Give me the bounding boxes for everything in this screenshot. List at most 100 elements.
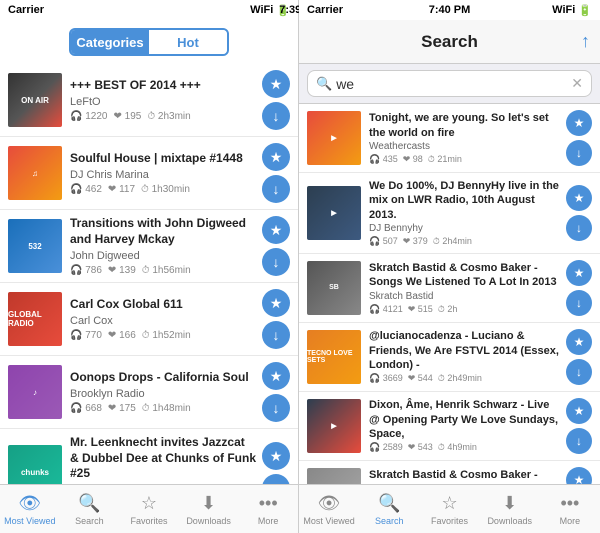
result-info: Skratch Bastid & Cosmo Baker - Songs We … [369,261,562,315]
track-artist: DJ Chris Marina [70,169,256,181]
result-item[interactable]: ▶ Dixon, Âme, Henrik Schwarz - Live @ Op… [299,392,600,461]
track-item[interactable]: chunks Mr. Leenknecht invites Jazzcat & … [0,429,298,484]
result-download-button[interactable]: ↓ [566,140,592,166]
track-thumb: ON AIR [8,73,62,127]
right-nav-icon-downloads: ⬇ [502,493,517,514]
track-item[interactable]: ♪ Oonops Drops - California Soul Brookly… [0,356,298,429]
right-nav-item-search[interactable]: 🔍 Search [359,493,419,526]
result-thumb-image: ▶ [307,111,361,165]
track-duration: ⏱ 2h3min [147,111,190,122]
download-button[interactable]: ↓ [262,175,290,203]
track-item[interactable]: 532 Transitions with John Digweed and Ha… [0,210,298,283]
result-item[interactable]: SB Skratch Bastid & Cosmo Baker - Songs … [299,254,600,323]
track-thumb: GLOBAL RADIO [8,292,62,346]
search-input[interactable]: we [336,76,571,92]
result-star-button[interactable]: ★ [566,329,592,355]
track-title: Soulful House | mixtape #1448 [70,151,256,167]
right-share-button[interactable]: ↑ [581,31,590,52]
result-download-button[interactable]: ↓ [566,359,592,385]
star-button[interactable]: ★ [262,216,290,244]
result-item[interactable]: ▶ We Do 100%, DJ BennyHy live in the mix… [299,173,600,254]
track-artist: Carl Cox [70,315,256,327]
star-button[interactable]: ★ [262,442,290,470]
download-button[interactable]: ↓ [262,248,290,276]
search-bar: 🔍 we ✕ [299,64,600,104]
result-star-button[interactable]: ★ [566,467,592,484]
track-info: Mr. Leenknecht invites Jazzcat & Dubbel … [70,435,256,484]
nav-icon-search: 🔍 [78,493,100,514]
track-thumb-image: ♪ [8,365,62,419]
hot-tab[interactable]: Hot [149,30,227,54]
track-title: Oonops Drops - California Soul [70,370,256,386]
result-download-button[interactable]: ↓ [566,290,592,316]
result-duration: ⏱ 2h49min [438,373,482,384]
result-title: Skratch Bastid & Cosmo Baker - Songs We … [369,468,562,484]
nav-label-downloads: Downloads [186,516,231,526]
nav-icon-more: ••• [259,493,278,514]
result-thumb-image: SB [307,261,361,315]
track-item[interactable]: ON AIR +++ BEST OF 2014 +++ LeFtO 🎧 1220… [0,64,298,137]
result-likes: ❤ 515 [408,304,433,315]
track-plays: 🎧 462 [70,184,102,195]
nav-label-most-viewed: Most Viewed [4,516,55,526]
result-item[interactable]: ▶ Tonight, we are young. So let's set th… [299,104,600,173]
right-nav-item-more[interactable]: ••• More [540,493,600,526]
track-likes: ❤ 195 [113,111,141,122]
search-input-wrap[interactable]: 🔍 we ✕ [307,70,592,97]
track-info: Soulful House | mixtape #1448 DJ Chris M… [70,151,256,195]
right-nav-item-favorites[interactable]: ☆ Favorites [419,493,479,526]
track-title: Carl Cox Global 611 [70,297,256,313]
result-star-button[interactable]: ★ [566,110,592,136]
nav-item-downloads[interactable]: ⬇ Downloads [179,493,239,526]
search-icon: 🔍 [316,76,332,92]
download-button[interactable]: ↓ [262,321,290,349]
left-bottom-nav: 👁 Most Viewed 🔍 Search ☆ Favorites ⬇ Dow… [0,484,298,533]
track-artist: LeFtO [70,96,256,108]
result-info: Skratch Bastid & Cosmo Baker - Songs We … [369,468,562,484]
track-actions: ★ ↓ [262,143,290,203]
star-button[interactable]: ★ [262,70,290,98]
star-button[interactable]: ★ [262,362,290,390]
track-item[interactable]: ♫ Soulful House | mixtape #1448 DJ Chris… [0,137,298,210]
nav-item-most-viewed[interactable]: 👁 Most Viewed [0,493,60,526]
track-artist: Brooklyn Radio [70,388,256,400]
track-actions: ★ ↓ [262,442,290,484]
result-info: Dixon, Âme, Henrik Schwarz - Live @ Open… [369,398,562,453]
result-title: Tonight, we are young. So let's set the … [369,111,562,140]
download-button[interactable]: ↓ [262,102,290,130]
result-actions: ★ ↓ [566,467,592,484]
star-button[interactable]: ★ [262,289,290,317]
right-time: 7:40 PM [429,4,471,16]
track-likes: ❤ 139 [108,265,136,276]
result-duration: ⏱ 21min [428,154,462,165]
track-plays: 🎧 770 [70,330,102,341]
download-button[interactable]: ↓ [262,474,290,484]
result-star-button[interactable]: ★ [566,398,592,424]
track-thumb-image: ON AIR [8,73,62,127]
nav-item-more[interactable]: ••• More [238,493,298,526]
right-nav-item-downloads[interactable]: ⬇ Downloads [480,493,540,526]
right-nav-item-most-viewed[interactable]: 👁 Most Viewed [299,493,359,526]
result-download-button[interactable]: ↓ [566,215,592,241]
track-plays: 🎧 668 [70,403,102,414]
result-actions: ★ ↓ [566,110,592,166]
track-item[interactable]: GLOBAL RADIO Carl Cox Global 611 Carl Co… [0,283,298,356]
download-button[interactable]: ↓ [262,394,290,422]
track-actions: ★ ↓ [262,216,290,276]
track-artist: John Digweed [70,250,256,262]
search-clear-button[interactable]: ✕ [571,75,583,92]
result-download-button[interactable]: ↓ [566,428,592,454]
result-item[interactable]: TECNO LOVE SETS @lucianocadenza - Lucian… [299,323,600,392]
track-likes: ❤ 175 [108,403,136,414]
result-star-button[interactable]: ★ [566,260,592,286]
star-button[interactable]: ★ [262,143,290,171]
result-item[interactable]: SB Skratch Bastid & Cosmo Baker - Songs … [299,461,600,484]
segment-control[interactable]: Categories Hot [69,28,229,56]
track-thumb-image: GLOBAL RADIO [8,292,62,346]
track-info: Carl Cox Global 611 Carl Cox 🎧 770 ❤ 166… [70,297,256,341]
track-title: Mr. Leenknecht invites Jazzcat & Dubbel … [70,435,256,482]
nav-item-search[interactable]: 🔍 Search [60,493,120,526]
categories-tab[interactable]: Categories [71,30,149,54]
result-star-button[interactable]: ★ [566,185,592,211]
nav-item-favorites[interactable]: ☆ Favorites [119,493,179,526]
